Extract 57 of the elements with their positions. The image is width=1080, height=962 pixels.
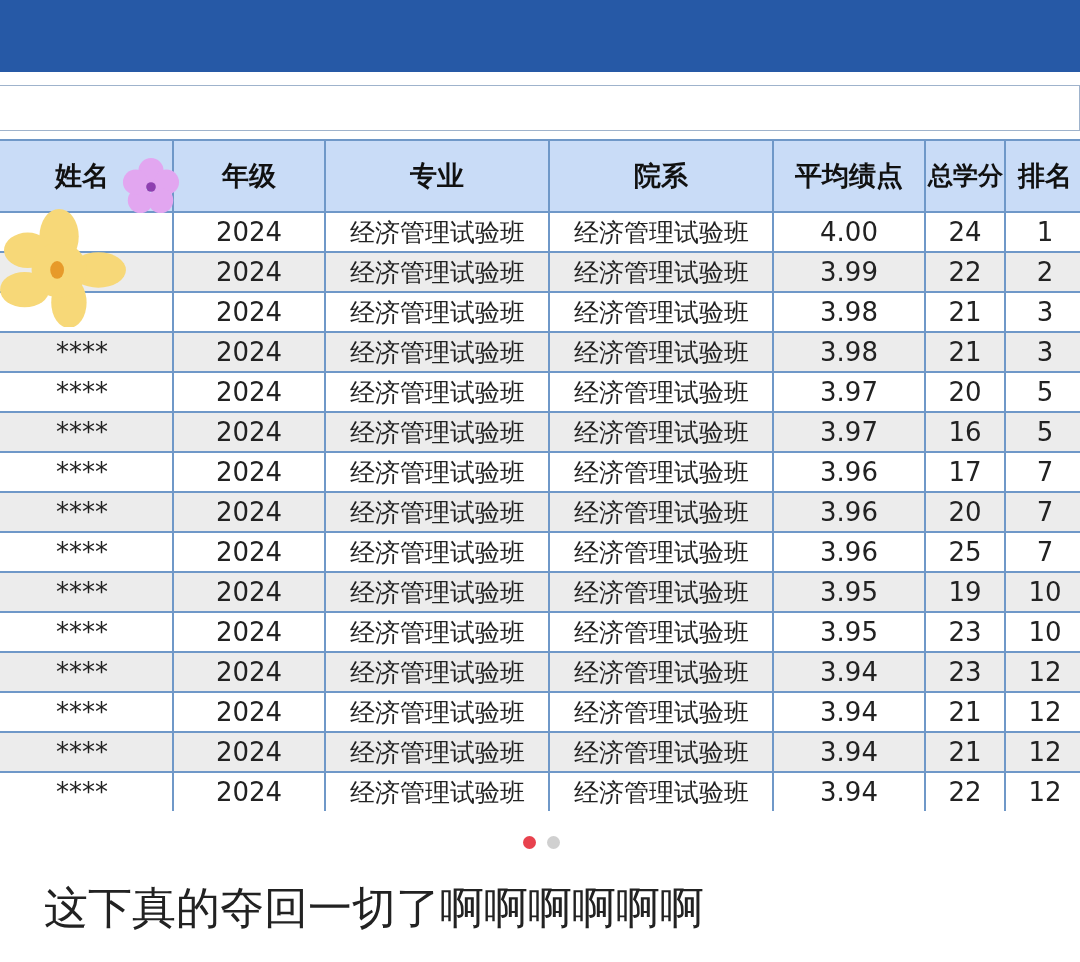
- table-cell: 经济管理试验班: [549, 652, 773, 692]
- table-cell: 3.94: [773, 732, 925, 772]
- table-cell: 3.95: [773, 572, 925, 612]
- table-cell: 23: [925, 652, 1005, 692]
- table-cell: 经济管理试验班: [325, 732, 549, 772]
- table-cell: ****: [0, 412, 173, 452]
- table-cell: 12: [1005, 652, 1080, 692]
- table-cell: 经济管理试验班: [549, 332, 773, 372]
- table-cell: 经济管理试验班: [325, 252, 549, 292]
- page-indicator-dot[interactable]: [522, 836, 536, 849]
- table-cell: 3.99: [773, 252, 925, 292]
- column-header: 排名: [1005, 140, 1080, 212]
- table-cell: 22: [925, 252, 1005, 292]
- table-cell: 3.96: [773, 492, 925, 532]
- table-cell: 5: [1005, 412, 1080, 452]
- table-cell: 经济管理试验班: [549, 252, 773, 292]
- table-cell: ****: [0, 732, 173, 772]
- table-cell: ****: [0, 492, 173, 532]
- table-cell: 16: [925, 412, 1005, 452]
- table-cell: 20: [925, 492, 1005, 532]
- table-cell: 经济管理试验班: [325, 332, 549, 372]
- table-cell: 19: [925, 572, 1005, 612]
- table-cell: 2024: [173, 252, 325, 292]
- table-cell: 经济管理试验班: [325, 412, 549, 452]
- table-cell: 3.98: [773, 332, 925, 372]
- table-cell: 2024: [173, 492, 325, 532]
- column-header: 年级: [173, 140, 325, 212]
- column-header: 院系: [549, 140, 773, 212]
- table-cell: 12: [1005, 732, 1080, 772]
- table-cell: 21: [925, 332, 1005, 372]
- table-cell: 2024: [173, 732, 325, 772]
- table-cell: 3: [1005, 332, 1080, 372]
- table-cell: 2024: [173, 652, 325, 692]
- table-cell: 经济管理试验班: [325, 492, 549, 532]
- table-cell: 7: [1005, 492, 1080, 532]
- page-indicator-dot[interactable]: [546, 836, 560, 849]
- table-cell: 经济管理试验班: [549, 732, 773, 772]
- table-cell: ****: [0, 332, 173, 372]
- table-cell: ****: [0, 652, 173, 692]
- table-cell: 经济管理试验班: [549, 412, 773, 452]
- table-cell: 经济管理试验班: [325, 652, 549, 692]
- table-cell: 经济管理试验班: [549, 572, 773, 612]
- table-cell: 2024: [173, 572, 325, 612]
- table-cell: 经济管理试验班: [549, 492, 773, 532]
- table-cell: 21: [925, 732, 1005, 772]
- column-header: 专业: [325, 140, 549, 212]
- post-caption: 这下真的夺回一切了啊啊啊啊啊啊: [44, 881, 704, 935]
- table-cell: 3.94: [773, 652, 925, 692]
- table-cell: 2: [1005, 252, 1080, 292]
- table-cell: 经济管理试验班: [325, 572, 549, 612]
- column-header: 总学分: [925, 140, 1005, 212]
- table-cell: ****: [0, 572, 173, 612]
- column-header: 平均绩点: [773, 140, 925, 212]
- table-cell: 10: [1005, 572, 1080, 612]
- table-cell: 2024: [173, 412, 325, 452]
- table-cell: 3.97: [773, 412, 925, 452]
- table-cell: 2024: [173, 332, 325, 372]
